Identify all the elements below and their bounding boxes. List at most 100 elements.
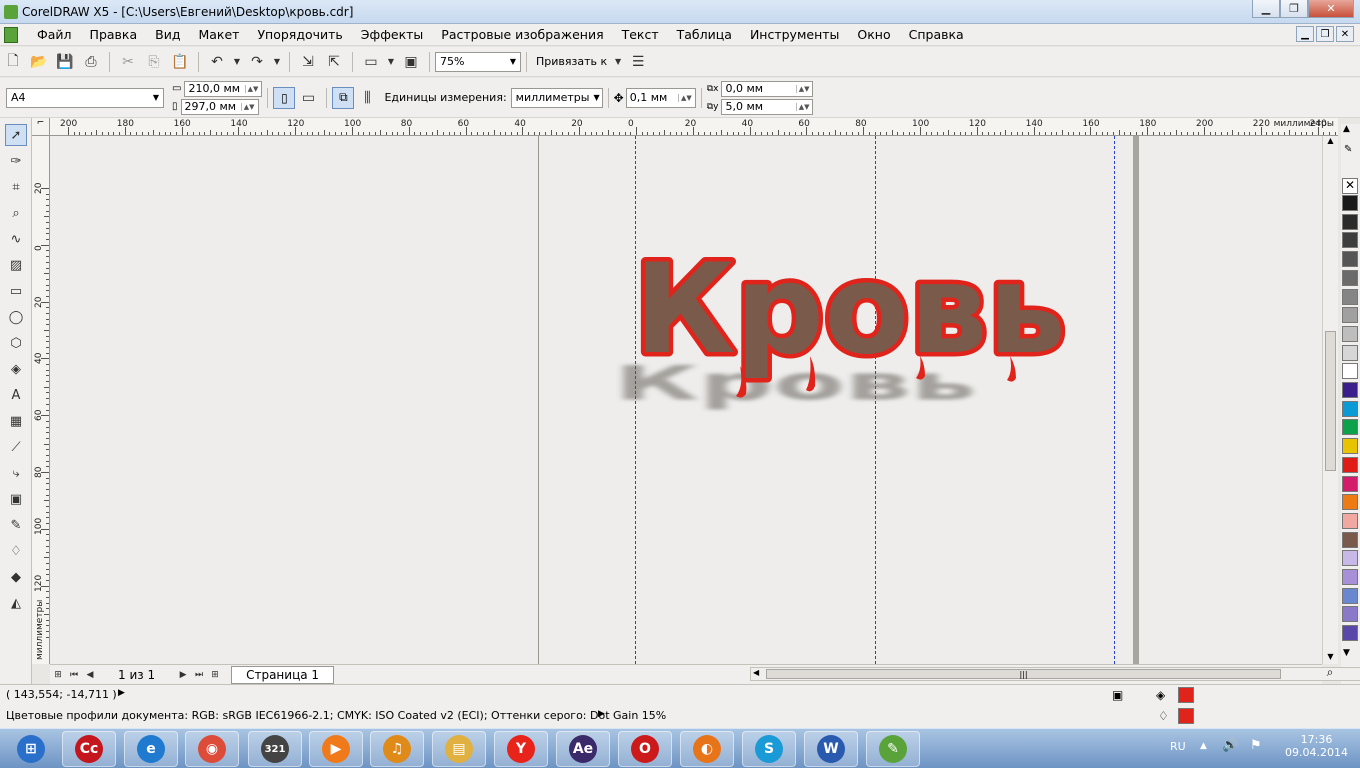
new-document-icon[interactable]: 🗋 — [2, 51, 24, 73]
show-hidden-icons[interactable]: ▲ — [1200, 741, 1207, 751]
units-dropdown[interactable]: миллиметры ▼ — [510, 87, 603, 108]
doc-minimize-button[interactable]: ▁ — [1296, 26, 1314, 42]
color-swatch[interactable] — [1342, 232, 1358, 249]
launcher-dropdown-icon[interactable]: ▼ — [386, 51, 396, 73]
page-width-input[interactable]: 210,0 мм ▲▼ — [184, 80, 263, 97]
document-icon[interactable] — [4, 26, 18, 43]
color-swatch[interactable] — [1342, 587, 1358, 604]
menu-file[interactable]: Файл — [28, 27, 81, 42]
add-page-after-icon[interactable]: ⊞ — [207, 667, 223, 683]
adobe-cc-app[interactable]: Cc — [62, 731, 116, 767]
all-pages-button[interactable]: ⧉ — [332, 86, 355, 109]
start-button[interactable]: ⊞ — [4, 731, 58, 767]
undo-icon[interactable]: ↶ — [206, 51, 228, 73]
color-swatch[interactable] — [1342, 438, 1358, 455]
media-player-classic-app[interactable]: 321 — [248, 731, 302, 767]
chrome-app[interactable]: ◉ — [185, 731, 239, 767]
open-icon[interactable]: 📂 — [28, 51, 50, 73]
audio-app[interactable]: ♫ — [370, 731, 424, 767]
drop-shadow-tool-icon[interactable]: ▣ — [5, 488, 27, 510]
color-swatch[interactable] — [1342, 625, 1358, 642]
drawing-canvas[interactable]: Кровь Кровь — [50, 136, 1338, 664]
application-launcher-icon[interactable]: ▭ — [360, 51, 382, 73]
pick-tool-icon[interactable]: ➚ — [5, 124, 27, 146]
color-swatch[interactable] — [1342, 269, 1358, 286]
yandex-browser-app[interactable]: Y — [494, 731, 548, 767]
menu-text[interactable]: Текст — [613, 27, 668, 42]
color-swatch[interactable] — [1342, 531, 1358, 548]
interactive-fill-tool-icon[interactable]: ◭ — [5, 592, 27, 614]
vertical-scroll-thumb[interactable] — [1325, 331, 1336, 471]
snap-to-label[interactable]: Привязать к — [536, 55, 607, 68]
horizontal-ruler[interactable]: 200 180 160 140 120 100 80 60 40 20 0 20 40 60 80 100 12… — [34, 118, 1338, 136]
horizontal-scroll-thumb[interactable]: ||| — [766, 669, 1281, 679]
outline-color-indicator[interactable] — [1178, 708, 1194, 724]
last-page-icon[interactable]: ⏭ — [191, 667, 207, 683]
welcome-screen-icon[interactable]: ▣ — [400, 51, 422, 73]
scroll-up-icon[interactable]: ▲ — [1323, 136, 1338, 148]
text-tool-icon[interactable]: A — [5, 384, 27, 406]
fill-tool-icon[interactable]: ◆ — [5, 566, 27, 588]
vertical-scrollbar[interactable]: ▲ ▼ — [1322, 136, 1338, 664]
freehand-tool-icon[interactable]: ∿ — [5, 228, 27, 250]
scroll-down-icon[interactable]: ▼ — [1323, 652, 1338, 664]
scroll-left-icon[interactable]: ◀ — [753, 668, 759, 677]
color-swatch[interactable] — [1342, 195, 1358, 211]
ruler-origin-corner[interactable]: ⌐ — [32, 118, 50, 136]
menu-effects[interactable]: Эффекты — [352, 27, 433, 42]
palette-scroll-up-icon[interactable]: ▲ — [1343, 124, 1350, 134]
explorer-app[interactable]: ▤ — [432, 731, 486, 767]
print-icon[interactable]: ⎙ — [80, 51, 102, 73]
menu-edit[interactable]: Правка — [81, 27, 147, 42]
menu-table[interactable]: Таблица — [668, 27, 741, 42]
color-swatch[interactable] — [1342, 307, 1358, 324]
doc-restore-button[interactable]: ❐ — [1316, 26, 1334, 42]
shape-tool-icon[interactable]: ✑ — [5, 150, 27, 172]
add-page-before-icon[interactable]: ⊞ — [50, 667, 66, 683]
menu-window[interactable]: Окно — [848, 27, 899, 42]
redo-icon[interactable]: ↷ — [246, 51, 268, 73]
dimension-tool-icon[interactable]: ⟋ — [5, 436, 27, 458]
zoom-navigator-icon[interactable]: ⌕ — [1322, 665, 1338, 683]
cut-icon[interactable]: ✂ — [117, 51, 139, 73]
color-swatch[interactable] — [1342, 569, 1358, 585]
volume-icon[interactable]: 🔊 — [1222, 738, 1238, 753]
palette-scroll-down-icon[interactable]: ▼ — [1343, 648, 1350, 658]
color-swatch[interactable] — [1342, 363, 1358, 380]
options-icon[interactable]: ☰ — [627, 51, 649, 73]
page-height-input[interactable]: 297,0 мм ▲▼ — [180, 98, 259, 115]
table-tool-icon[interactable]: ▦ — [5, 410, 27, 432]
copy-icon[interactable]: ⎘ — [143, 51, 165, 73]
save-icon[interactable]: 💾 — [54, 51, 76, 73]
portrait-button[interactable]: ▯ — [273, 86, 296, 109]
color-swatch[interactable] — [1342, 288, 1358, 305]
paste-icon[interactable]: 📋 — [169, 51, 191, 73]
undo-dropdown-icon[interactable]: ▼ — [232, 51, 242, 73]
coreldraw-app[interactable]: ✎ — [866, 731, 920, 767]
color-swatch[interactable] — [1342, 475, 1358, 492]
minimize-button[interactable]: ▁ — [1252, 0, 1280, 18]
current-page-button[interactable]: ⫼ — [356, 87, 378, 109]
firefox-app[interactable]: ◐ — [680, 731, 734, 767]
snap-dropdown-icon[interactable]: ▼ — [613, 51, 623, 73]
zoom-dropdown[interactable]: 75% ▼ — [435, 51, 521, 72]
menu-bitmaps[interactable]: Растровые изображения — [432, 27, 612, 42]
menu-arrange[interactable]: Упорядочить — [248, 27, 351, 42]
duplicate-x-input[interactable]: 0,0 мм ▲▼ — [721, 80, 814, 97]
language-indicator[interactable]: RU — [1170, 740, 1186, 753]
first-page-icon[interactable]: ⏮ — [66, 667, 82, 683]
color-swatch[interactable] — [1342, 251, 1358, 268]
color-swatch[interactable] — [1342, 382, 1358, 398]
basic-shapes-tool-icon[interactable]: ◈ — [5, 358, 27, 380]
paper-size-dropdown[interactable]: A4 ▼ — [6, 87, 164, 108]
internet-explorer-app[interactable]: e — [124, 731, 178, 767]
nudge-distance-input[interactable]: 0,1 мм ▲▼ — [625, 87, 696, 108]
menu-view[interactable]: Вид — [146, 27, 189, 42]
color-swatch[interactable] — [1342, 344, 1358, 361]
color-swatch[interactable] — [1342, 512, 1358, 529]
close-button[interactable]: ✕ — [1308, 0, 1354, 18]
crop-tool-icon[interactable]: ⌗ — [5, 176, 27, 198]
eyedropper-tool-icon[interactable]: ✎ — [5, 514, 27, 536]
export-icon[interactable]: ⇱ — [323, 51, 345, 73]
next-page-icon[interactable]: ▶ — [175, 667, 191, 683]
